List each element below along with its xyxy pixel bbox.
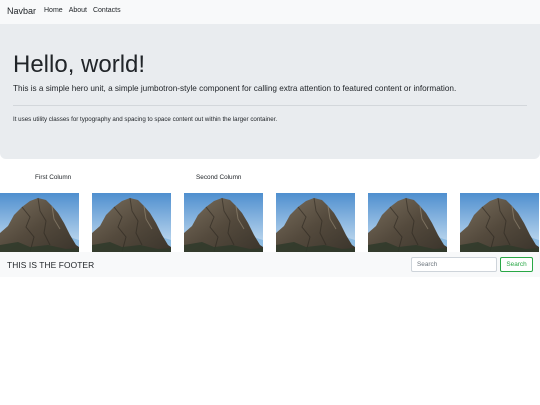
mountain-image [184, 193, 263, 252]
nav-link-home[interactable]: Home [44, 7, 63, 14]
nav-link-contacts[interactable]: Contacts [93, 7, 121, 14]
search-input[interactable] [411, 257, 497, 272]
hero-divider [13, 105, 527, 106]
second-column-label: Second Column [196, 174, 242, 181]
hero-lead: This is a simple hero unit, a simple jum… [13, 84, 457, 93]
search-button[interactable]: Search [500, 257, 533, 272]
mountain-image [368, 193, 447, 252]
image-gallery [0, 193, 540, 252]
mountain-image [0, 193, 79, 252]
mountain-image [460, 193, 539, 252]
nav-links: Home About Contacts [44, 7, 127, 14]
mountain-image [276, 193, 355, 252]
footer-text: THIS IS THE FOOTER [7, 260, 95, 270]
mountain-image [92, 193, 171, 252]
first-column-label: First Column [35, 174, 72, 181]
jumbotron: Hello, world! This is a simple hero unit… [0, 24, 540, 159]
nav-link-about[interactable]: About [69, 7, 87, 14]
navbar: Navbar Home About Contacts [0, 0, 540, 24]
hero-text: It uses utility classes for typography a… [13, 116, 278, 123]
navbar-brand[interactable]: Navbar [7, 6, 36, 16]
hero-title: Hello, world! [13, 51, 146, 78]
